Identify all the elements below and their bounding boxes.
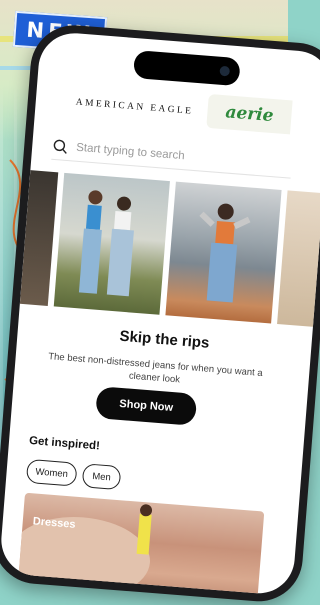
carousel-slide-model-image[interactable] — [165, 181, 282, 324]
promo-description: The best non-distressed jeans for when y… — [47, 351, 264, 386]
brand-header: AMERICAN EAGLE aerie — [34, 78, 320, 145]
search-bar[interactable] — [51, 134, 293, 179]
carousel-slide-partial[interactable] — [19, 170, 59, 306]
search-icon — [53, 139, 67, 154]
american-eagle-logo[interactable]: AMERICAN EAGLE — [75, 98, 193, 117]
category-card-dresses[interactable]: Dresses — [17, 492, 265, 596]
app-screen: AMERICAN EAGLE aerie Start typing to sea… — [0, 30, 320, 596]
models-image — [78, 190, 134, 297]
dynamic-island — [132, 50, 241, 87]
aerie-logo: aerie — [224, 102, 275, 127]
model-image — [199, 203, 251, 303]
carousel-slide-partial[interactable] — [277, 190, 320, 328]
search-input[interactable] — [75, 137, 277, 174]
camera-icon — [219, 65, 231, 77]
carousel-slide-models-image[interactable] — [53, 172, 170, 315]
get-inspired-heading: Get inspired! — [28, 434, 101, 453]
chip-men[interactable]: Men — [81, 463, 122, 491]
dresses-image — [17, 504, 153, 596]
chip-women[interactable]: Women — [25, 458, 78, 487]
shop-now-button[interactable]: Shop Now — [95, 386, 198, 426]
hero-carousel[interactable] — [19, 170, 320, 328]
aerie-tab[interactable]: aerie — [206, 93, 293, 135]
phone-frame: AMERICAN EAGLE aerie Start typing to sea… — [0, 22, 320, 605]
